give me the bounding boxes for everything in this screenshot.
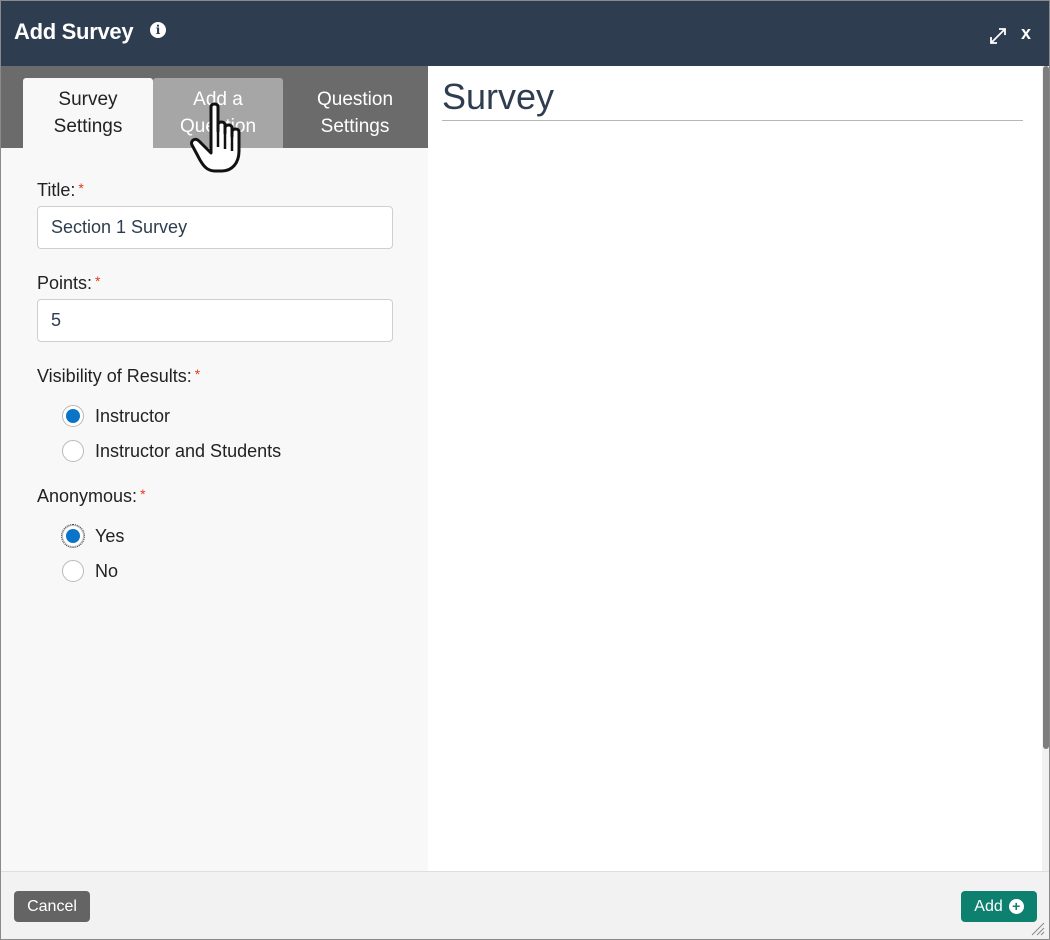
expand-icon[interactable] [988, 26, 1008, 46]
anonymous-option-yes[interactable]: Yes [61, 524, 125, 548]
radio-label: No [95, 560, 119, 581]
radio-label: Yes [95, 525, 125, 546]
visibility-label-text: Visibility of Results: [37, 366, 192, 386]
required-marker: * [95, 273, 101, 289]
add-button-label: Add [974, 897, 1003, 915]
radio-label: Instructor [95, 405, 171, 426]
radio-yes[interactable] [61, 524, 85, 548]
points-label-text: Points: [37, 273, 93, 293]
add-button[interactable]: Add + [961, 891, 1037, 922]
scrollbar-thumb[interactable] [1043, 66, 1049, 749]
tab-label-line2: Question [179, 116, 257, 137]
dialog-title: Add Survey [14, 19, 134, 44]
tab-label-line2: Settings [53, 116, 123, 137]
radio-instructor-and-students[interactable] [62, 440, 84, 462]
visibility-option-instructor-and-students[interactable]: Instructor and Students [62, 439, 281, 463]
tab-label-line1: Add a [193, 89, 243, 110]
resize-handle-icon[interactable] [1031, 922, 1045, 936]
anonymous-label: Anonymous: * [37, 486, 146, 507]
close-icon[interactable]: x [1021, 23, 1031, 44]
tab-add-a-question[interactable]: Add a Question [153, 78, 283, 148]
required-marker: * [194, 366, 201, 382]
radio-no[interactable] [62, 560, 84, 582]
title-label-text: Title: [37, 180, 76, 200]
tab-question-settings[interactable]: Question Settings [290, 78, 420, 148]
dialog-titlebar: Add Survey i x [1, 1, 1049, 66]
required-marker: * [140, 486, 146, 502]
visibility-option-instructor[interactable]: Instructor [62, 404, 170, 428]
tab-survey-settings[interactable]: Survey Settings [23, 78, 153, 148]
preview-scrollbar[interactable] [1042, 66, 1049, 871]
settings-panel: Survey Settings Add a Question Question … [1, 66, 428, 871]
radio-label: Instructor and Students [95, 440, 282, 461]
survey-preview-panel: Survey [428, 66, 1042, 871]
visibility-label: Visibility of Results: * [37, 366, 200, 387]
required-marker: * [78, 180, 84, 196]
tab-label-line1: Survey [58, 89, 118, 110]
tab-bar: Survey Settings Add a Question Question … [1, 66, 428, 148]
tab-label-line1: Question [316, 89, 394, 110]
dialog-footer: Cancel Add + [1, 871, 1049, 939]
anonymous-label-text: Anonymous: [37, 486, 138, 506]
plus-circle-icon: + [1008, 899, 1024, 914]
survey-preview-heading: Survey [442, 76, 555, 117]
add-survey-dialog: Add Survey i x Survey Settings Add a Que… [0, 0, 1050, 940]
radio-instructor[interactable] [62, 405, 84, 427]
points-label: Points: * [37, 273, 100, 294]
points-input[interactable] [37, 299, 393, 342]
title-input[interactable] [37, 206, 393, 249]
title-label: Title: * [37, 180, 84, 201]
info-icon[interactable]: i [150, 22, 166, 38]
anonymous-option-no[interactable]: No [62, 559, 118, 583]
heading-divider [442, 120, 1023, 121]
tab-label-line2: Settings [320, 116, 390, 137]
cancel-button[interactable]: Cancel [14, 891, 90, 922]
